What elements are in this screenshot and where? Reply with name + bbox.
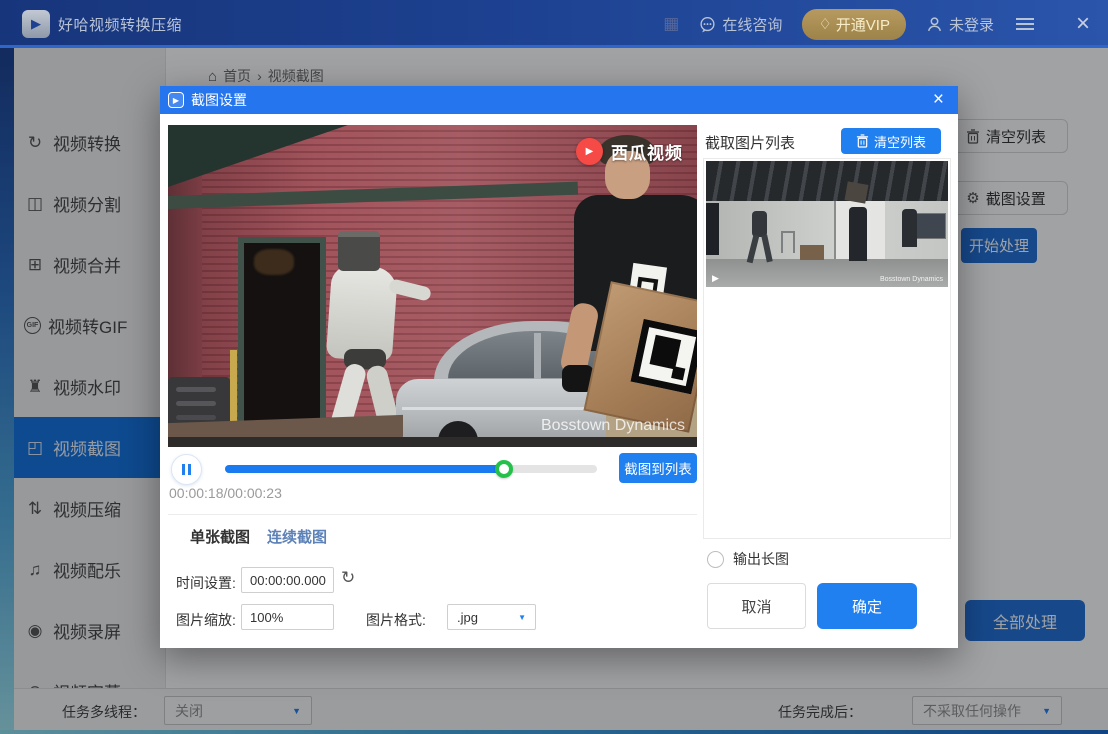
video-watermark-text: Bosstown Dynamics: [541, 417, 685, 435]
thumb-watermark-text: Bosstown Dynamics: [880, 276, 943, 283]
video-doorway: [238, 237, 326, 447]
modal-clear-list-label: 清空列表: [874, 132, 926, 151]
pause-icon: [188, 464, 191, 475]
titlebar-actions: ▦ 在线咨询 ♢ 开通VIP 未登录 ×: [663, 0, 1090, 48]
xigua-video-logo: ▶ 西瓜视频: [576, 138, 683, 165]
progress-slider[interactable]: [225, 465, 597, 473]
thumb-boxes: [800, 245, 824, 260]
captured-image-list: ▶ Bosstown Dynamics: [703, 158, 951, 539]
close-window-button[interactable]: ×: [1076, 14, 1090, 34]
thumb-person-right: [902, 209, 917, 247]
time-setting-input[interactable]: 00:00:00.000: [241, 567, 334, 593]
long-image-option[interactable]: 输出长图: [707, 549, 789, 569]
robot-head: [338, 231, 380, 271]
xigua-brand-text: 西瓜视频: [611, 139, 683, 164]
screenshot-settings-modal: ▶ 截图设置 ×: [160, 86, 958, 648]
refresh-time-icon[interactable]: ↻: [341, 568, 355, 588]
app-title: 好哈视频转换压缩: [58, 14, 182, 35]
image-format-select[interactable]: .jpg ▼: [447, 604, 536, 630]
doorway-light: [254, 249, 294, 275]
vip-label: 开通VIP: [836, 14, 890, 35]
qr-code-icon[interactable]: ▦: [663, 14, 679, 34]
thumb-ceiling: [706, 161, 948, 201]
image-format-label: 图片格式:: [366, 610, 426, 630]
tab-single-screenshot[interactable]: 单张截图: [190, 526, 250, 547]
user-icon: [926, 16, 943, 33]
chat-icon: [699, 16, 716, 33]
divider: [168, 514, 697, 515]
online-consult-label: 在线咨询: [722, 14, 782, 35]
thumb-chair: [781, 231, 795, 253]
app-logo-icon: ▶: [22, 10, 50, 38]
thumb-person-middle: [849, 207, 867, 261]
modal-clear-list-button[interactable]: 清空列表: [841, 128, 941, 154]
image-scale-input[interactable]: 100%: [241, 604, 334, 630]
trash-icon: [856, 134, 869, 148]
pause-icon: [182, 464, 185, 475]
radio-icon[interactable]: [707, 551, 724, 568]
thumb-person-left: [706, 203, 719, 255]
vip-diamond-icon: ♢: [818, 15, 831, 33]
login-label: 未登录: [949, 14, 994, 35]
menu-icon[interactable]: [1014, 14, 1036, 34]
thumb-robot-body: [752, 211, 767, 237]
capture-to-list-button[interactable]: 截图到列表: [619, 453, 697, 483]
app-window: ▶ 好哈视频转换压缩 ▦ 在线咨询 ♢ 开通VIP 未登录 × ↻: [0, 0, 1108, 734]
long-image-label: 输出长图: [733, 549, 789, 569]
modal-title: 截图设置: [191, 90, 247, 110]
time-setting-label: 时间设置:: [176, 573, 236, 593]
car-pillar: [534, 333, 541, 381]
confirm-button[interactable]: 确定: [817, 583, 917, 629]
box-fiducial-marker: [630, 319, 697, 394]
robot-torso: [326, 264, 398, 362]
title-bar: ▶ 好哈视频转换压缩 ▦ 在线咨询 ♢ 开通VIP 未登录 ×: [0, 0, 1108, 48]
chevron-down-icon: ▼: [518, 613, 526, 622]
thumb-play-icon: ▶: [712, 273, 719, 284]
thumb-joists: [706, 161, 948, 201]
pause-button[interactable]: [171, 454, 202, 485]
video-street-shadow: [168, 437, 697, 447]
time-display: 00:00:18/00:00:23: [169, 485, 282, 501]
modal-close-button[interactable]: ×: [933, 89, 944, 110]
app-logo-play-glyph: ▶: [31, 16, 41, 32]
image-scale-label: 图片缩放:: [176, 610, 236, 630]
login-status-button[interactable]: 未登录: [926, 14, 994, 35]
cancel-button[interactable]: 取消: [707, 583, 806, 629]
thumb-monitor: [912, 213, 946, 239]
progress-fill: [225, 465, 504, 473]
open-vip-button[interactable]: ♢ 开通VIP: [802, 9, 906, 40]
image-format-value: .jpg: [457, 610, 478, 625]
thumb-lifted-box: [845, 181, 869, 203]
progress-handle[interactable]: [495, 460, 513, 478]
online-consult-button[interactable]: 在线咨询: [699, 14, 782, 35]
captured-thumbnail[interactable]: ▶ Bosstown Dynamics: [706, 161, 948, 287]
tab-continuous-screenshot[interactable]: 连续截图: [267, 526, 327, 547]
video-player[interactable]: ▶ 西瓜视频 Bosstown Dynamics: [168, 125, 697, 447]
modal-header[interactable]: ▶ 截图设置 ×: [160, 86, 958, 114]
modal-app-icon: ▶: [168, 92, 184, 108]
captured-list-title: 截取图片列表: [705, 132, 795, 153]
xigua-play-icon: ▶: [576, 138, 603, 165]
